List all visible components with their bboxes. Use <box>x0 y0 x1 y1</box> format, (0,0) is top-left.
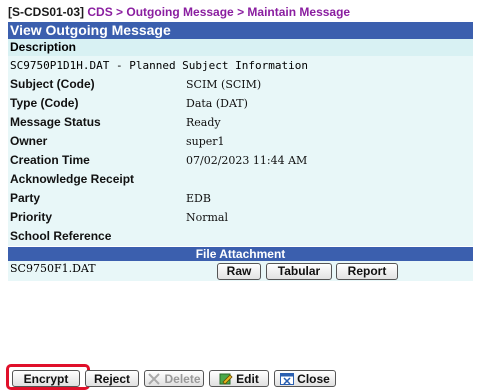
encrypt-button[interactable]: Encrypt <box>12 370 80 387</box>
field-row-party: Party EDB <box>8 189 473 208</box>
field-value: Normal <box>186 211 229 224</box>
field-label: Party <box>10 191 41 205</box>
description-label: Description <box>8 39 473 56</box>
attachment-row: SC9750F1.DAT Raw Tabular Report <box>8 261 473 281</box>
breadcrumb: [S-CDS01-03] CDS > Outgoing Message > Ma… <box>8 5 350 19</box>
field-row-school-reference: School Reference <box>8 227 473 246</box>
field-label: Owner <box>10 134 48 148</box>
field-row-priority: Priority Normal <box>8 208 473 227</box>
field-value: super1 <box>186 135 225 148</box>
breadcrumb-path: CDS > Outgoing Message > Maintain Messag… <box>87 5 351 19</box>
delete-button[interactable]: Delete <box>144 370 204 387</box>
field-label: Message Status <box>10 115 101 129</box>
file-attachment-header: File Attachment <box>8 247 473 261</box>
description-value: SC9750P1D1H.DAT - Planned Subject Inform… <box>8 56 473 75</box>
field-value: EDB <box>186 192 211 205</box>
encrypt-button-label: Encrypt <box>23 372 69 386</box>
edit-pencil-icon <box>219 373 233 385</box>
field-row-subject: Subject (Code) SCIM (SCIM) <box>8 75 473 94</box>
field-row-acknowledge-receipt: Acknowledge Receipt <box>8 170 473 189</box>
field-label: Acknowledge Receipt <box>10 172 135 186</box>
field-label: Type (Code) <box>10 96 79 110</box>
reject-button-label: Reject <box>93 372 131 386</box>
field-value: Data (DAT) <box>186 97 248 110</box>
field-value: SCIM (SCIM) <box>186 78 262 91</box>
field-label: Subject (Code) <box>10 77 95 91</box>
field-label: School Reference <box>10 229 112 243</box>
reject-button[interactable]: Reject <box>85 370 139 387</box>
field-row-owner: Owner super1 <box>8 132 473 151</box>
panel-title: View Outgoing Message <box>8 22 473 39</box>
field-value: 07/02/2023 11:44 AM <box>186 154 308 167</box>
field-label: Priority <box>10 210 53 224</box>
attachment-file-name: SC9750F1.DAT <box>10 262 96 275</box>
tabular-button[interactable]: Tabular <box>266 263 332 280</box>
screen-code: [S-CDS01-03] <box>8 5 85 19</box>
field-value: Ready <box>186 116 221 129</box>
edit-button[interactable]: Edit <box>209 370 269 387</box>
field-label: Creation Time <box>10 153 90 167</box>
edit-button-label: Edit <box>236 372 259 386</box>
field-row-creation-time: Creation Time 07/02/2023 11:44 AM <box>8 151 473 170</box>
close-window-icon <box>280 373 295 385</box>
close-button-label: Close <box>297 372 330 386</box>
report-button[interactable]: Report <box>336 263 398 280</box>
raw-button[interactable]: Raw <box>217 263 261 280</box>
close-button[interactable]: Close <box>274 370 336 387</box>
delete-x-icon <box>147 373 161 385</box>
view-outgoing-message-panel: View Outgoing Message Description SC9750… <box>8 22 473 281</box>
field-row-type: Type (Code) Data (DAT) <box>8 94 473 113</box>
field-row-status: Message Status Ready <box>8 113 473 132</box>
delete-button-label: Delete <box>164 372 201 386</box>
